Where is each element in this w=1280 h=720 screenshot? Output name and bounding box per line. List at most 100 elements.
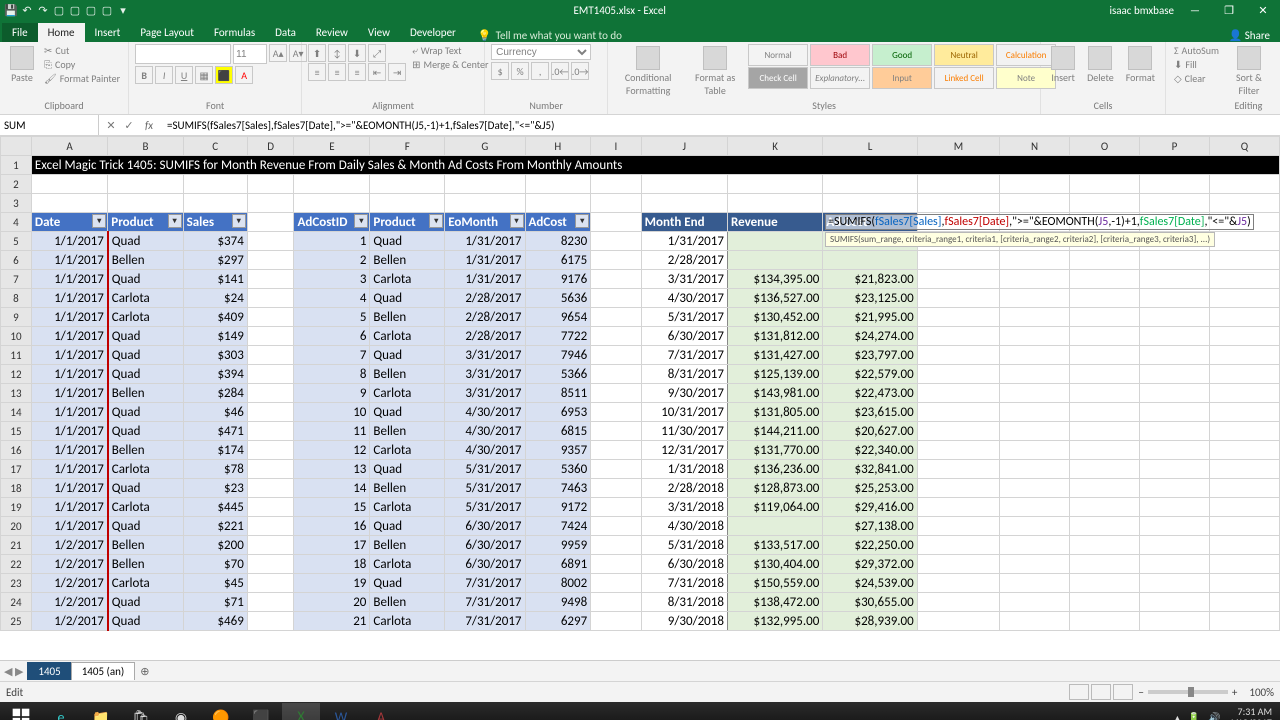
cell-K25[interactable]: $132,995.00 <box>727 612 822 631</box>
cell-I22[interactable] <box>591 555 641 574</box>
grow-font-icon[interactable]: A▴ <box>269 44 287 62</box>
cell-A4[interactable]: Date▾ <box>31 213 107 232</box>
insert-cells-button[interactable]: Insert <box>1047 44 1079 86</box>
cell-O3[interactable] <box>1070 194 1140 213</box>
align-middle-icon[interactable]: ↕ <box>328 44 346 62</box>
cell-L13[interactable]: $22,473.00 <box>823 384 917 403</box>
cell-I14[interactable] <box>591 403 641 422</box>
cell-K4[interactable]: Revenue <box>727 213 822 232</box>
cell-L17[interactable]: $32,841.00 <box>823 460 917 479</box>
cell-F8[interactable]: Quad <box>370 289 445 308</box>
cell-J7[interactable]: 3/31/2017 <box>641 270 727 289</box>
cell-J15[interactable]: 11/30/2017 <box>641 422 727 441</box>
autosum-button[interactable]: Σ AutoSum <box>1172 44 1221 57</box>
cell-A10[interactable]: 1/1/2017 <box>31 327 107 346</box>
cell-P18[interactable] <box>1140 479 1210 498</box>
cell-P22[interactable] <box>1140 555 1210 574</box>
cell-B3[interactable] <box>108 194 183 213</box>
cell-P24[interactable] <box>1140 593 1210 612</box>
cell-C21[interactable]: $200 <box>183 536 247 555</box>
cell-E10[interactable]: 6 <box>294 327 370 346</box>
cell-A6[interactable]: 1/1/2017 <box>31 251 107 270</box>
col-header-B[interactable]: B <box>108 137 183 156</box>
comma-icon[interactable]: , <box>531 62 549 80</box>
row-header[interactable]: 12 <box>1 365 32 384</box>
col-header-L[interactable]: L <box>823 137 917 156</box>
cell-M11[interactable] <box>917 346 999 365</box>
cell-H20[interactable]: 7424 <box>525 517 591 536</box>
cell-B13[interactable]: Bellen <box>108 384 183 403</box>
cell-Q17[interactable] <box>1209 460 1279 479</box>
cell-L6[interactable] <box>823 251 917 270</box>
align-left-icon[interactable]: ≡ <box>308 63 326 81</box>
cell-K23[interactable]: $150,559.00 <box>727 574 822 593</box>
cell-D6[interactable] <box>247 251 294 270</box>
cell-B17[interactable]: Carlota <box>108 460 183 479</box>
row-header[interactable]: 2 <box>1 175 32 194</box>
cell-B8[interactable]: Carlota <box>108 289 183 308</box>
cell-Q6[interactable] <box>1209 251 1279 270</box>
cell-C8[interactable]: $24 <box>183 289 247 308</box>
cell-P17[interactable] <box>1140 460 1210 479</box>
cell-K18[interactable]: $128,873.00 <box>727 479 822 498</box>
cell-A12[interactable]: 1/1/2017 <box>31 365 107 384</box>
cell-M13[interactable] <box>917 384 999 403</box>
cell-E25[interactable]: 21 <box>294 612 370 631</box>
cell-D23[interactable] <box>247 574 294 593</box>
cell-J20[interactable]: 4/30/2018 <box>641 517 727 536</box>
cell-C23[interactable]: $45 <box>183 574 247 593</box>
currency-icon[interactable]: $ <box>491 62 509 80</box>
row-header[interactable]: 18 <box>1 479 32 498</box>
cell-E8[interactable]: 4 <box>294 289 370 308</box>
cell-N2[interactable] <box>1000 175 1070 194</box>
cell-O2[interactable] <box>1070 175 1140 194</box>
cell-N14[interactable] <box>1000 403 1070 422</box>
cell-Q23[interactable] <box>1209 574 1279 593</box>
cell-M8[interactable] <box>917 289 999 308</box>
wrap-text-button[interactable]: ⤶ Wrap Text <box>410 44 490 57</box>
cell-F2[interactable] <box>370 175 445 194</box>
cell-C13[interactable]: $284 <box>183 384 247 403</box>
cell-C2[interactable] <box>183 175 247 194</box>
cell-P15[interactable] <box>1140 422 1210 441</box>
cell-F25[interactable]: Carlota <box>370 612 445 631</box>
cell-N6[interactable] <box>1000 251 1070 270</box>
cell-I3[interactable] <box>591 194 641 213</box>
col-header-D[interactable]: D <box>247 137 294 156</box>
cell-Q10[interactable] <box>1209 327 1279 346</box>
style-good[interactable]: Good <box>872 44 932 66</box>
cell-P23[interactable] <box>1140 574 1210 593</box>
tab-data[interactable]: Data <box>265 23 306 42</box>
cell-I16[interactable] <box>591 441 641 460</box>
merge-center-button[interactable]: ⊞ Merge & Center <box>410 58 490 71</box>
cell-Q21[interactable] <box>1209 536 1279 555</box>
cell-H16[interactable]: 9357 <box>525 441 591 460</box>
cell-P21[interactable] <box>1140 536 1210 555</box>
cell-E23[interactable]: 19 <box>294 574 370 593</box>
cell-L11[interactable]: $23,797.00 <box>823 346 917 365</box>
cell-I12[interactable] <box>591 365 641 384</box>
row-header[interactable]: 21 <box>1 536 32 555</box>
cell-P2[interactable] <box>1140 175 1210 194</box>
cell-B14[interactable]: Quad <box>108 403 183 422</box>
style-checkcell[interactable]: Check Cell <box>748 67 808 89</box>
cell-D15[interactable] <box>247 422 294 441</box>
cell-G18[interactable]: 5/31/2017 <box>445 479 525 498</box>
cell-N13[interactable] <box>1000 384 1070 403</box>
accept-formula-icon[interactable]: ✓ <box>121 119 137 132</box>
cell-Q11[interactable] <box>1209 346 1279 365</box>
font-color-button[interactable]: A <box>235 66 253 84</box>
cell-G17[interactable]: 5/31/2017 <box>445 460 525 479</box>
indent-inc-icon[interactable]: ⇥ <box>388 63 406 81</box>
cell-H22[interactable]: 6891 <box>525 555 591 574</box>
cell-F14[interactable]: Quad <box>370 403 445 422</box>
row-header[interactable]: 8 <box>1 289 32 308</box>
cell-O16[interactable] <box>1070 441 1140 460</box>
cell-M23[interactable] <box>917 574 999 593</box>
cell-C16[interactable]: $174 <box>183 441 247 460</box>
cell-N25[interactable] <box>1000 612 1070 631</box>
cell-F22[interactable]: Carlota <box>370 555 445 574</box>
cell-J17[interactable]: 1/31/2018 <box>641 460 727 479</box>
cell-K11[interactable]: $131,427.00 <box>727 346 822 365</box>
cell-E9[interactable]: 5 <box>294 308 370 327</box>
